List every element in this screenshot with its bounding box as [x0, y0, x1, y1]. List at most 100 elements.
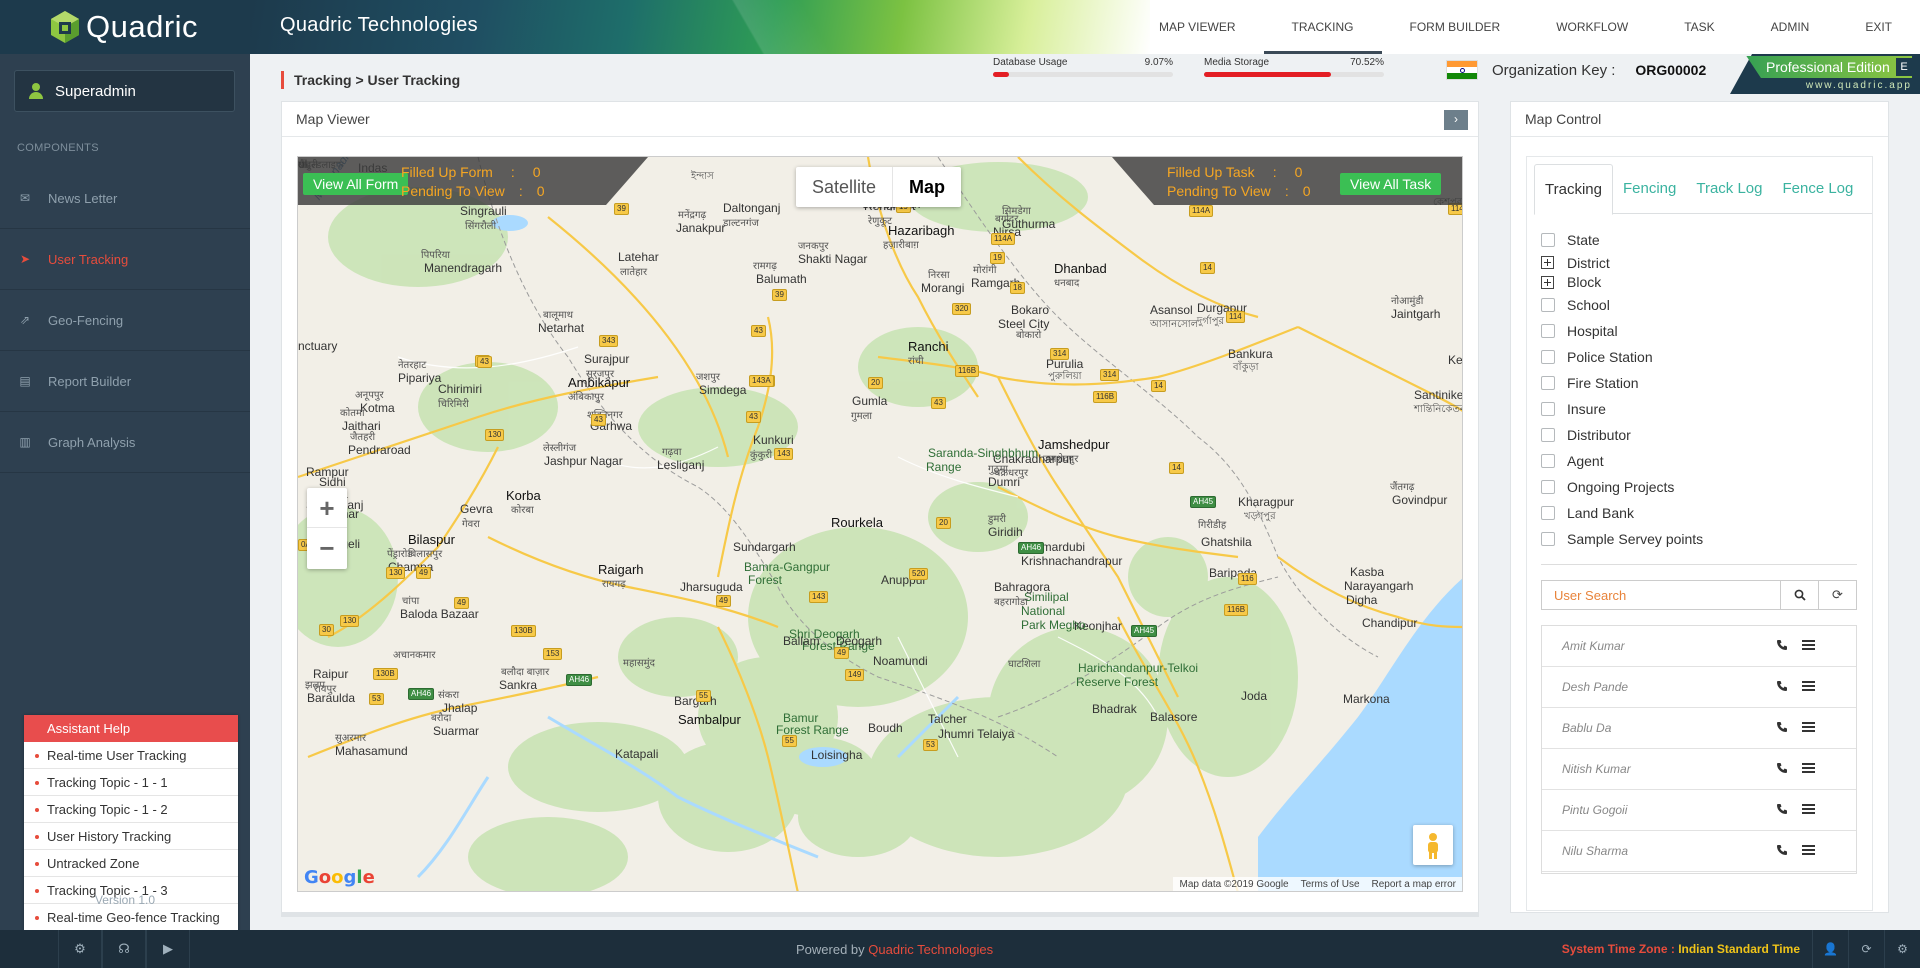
layer-item[interactable]: Fire Station	[1541, 370, 1703, 396]
powered-brand-link[interactable]: Quadric Technologies	[868, 942, 993, 957]
phone-icon[interactable]	[1776, 639, 1788, 651]
details-menu-icon[interactable]	[1802, 804, 1815, 814]
nav-tracking[interactable]: TRACKING	[1263, 0, 1382, 54]
assistant-help-item[interactable]: Real-time User Tracking	[24, 742, 238, 769]
details-menu-icon[interactable]	[1802, 722, 1815, 732]
layer-checkbox[interactable]	[1541, 350, 1555, 364]
phone-icon[interactable]	[1776, 844, 1788, 856]
sidebar-item-report-builder[interactable]: ▤ Report Builder	[0, 351, 250, 412]
current-user-box[interactable]: Superadmin	[14, 70, 235, 112]
map-place-label: Manendragarh	[424, 261, 503, 275]
layer-checkbox[interactable]	[1541, 324, 1555, 338]
details-menu-icon[interactable]	[1802, 763, 1815, 773]
logo[interactable]: Quadric	[0, 0, 250, 54]
layer-checkbox[interactable]	[1541, 376, 1555, 390]
layer-item[interactable]: School	[1541, 292, 1703, 318]
phone-icon[interactable]	[1776, 721, 1788, 733]
nav-task[interactable]: TASK	[1656, 0, 1742, 54]
settings-button[interactable]: ⚙	[58, 930, 102, 968]
layer-checkbox[interactable]	[1541, 506, 1555, 520]
assistant-help-item[interactable]: Untracked Zone	[24, 850, 238, 877]
nav-exit[interactable]: EXIT	[1837, 0, 1920, 54]
nav-admin[interactable]: ADMIN	[1743, 0, 1838, 54]
map-type-satellite-button[interactable]: Satellite	[796, 167, 892, 207]
user-search-input[interactable]	[1541, 580, 1781, 610]
list-item[interactable]: Bablu Da	[1542, 708, 1856, 749]
details-menu-icon[interactable]	[1802, 845, 1815, 855]
details-menu-icon[interactable]	[1802, 640, 1815, 650]
search-button[interactable]	[1781, 580, 1819, 610]
sidebar-item-geo-fencing[interactable]: ⇗ Geo-Fencing	[0, 290, 250, 351]
layer-item[interactable]: Land Bank	[1541, 500, 1703, 526]
view-all-task-button[interactable]: View All Task	[1340, 173, 1442, 195]
list-item[interactable]: Nilu Sharma	[1542, 831, 1856, 872]
map-data-text: Map data ©2019 Google	[1179, 879, 1289, 890]
zoom-in-button[interactable]: +	[307, 488, 347, 528]
nav-map-viewer[interactable]: MAP VIEWER	[1131, 0, 1263, 54]
map-type-map-button[interactable]: Map	[892, 167, 961, 207]
layer-item[interactable]: Ongoing Projects	[1541, 474, 1703, 500]
nav-form-builder[interactable]: FORM BUILDER	[1382, 0, 1529, 54]
list-item[interactable]: Desh Pande	[1542, 667, 1856, 708]
refresh-button[interactable]: ⟳	[1819, 580, 1857, 610]
layer-item[interactable]: Insure	[1541, 396, 1703, 422]
map-place-label: Park Megho	[1021, 618, 1086, 632]
list-item[interactable]: Nitish Kumar	[1542, 749, 1856, 790]
layer-checkbox[interactable]	[1541, 532, 1555, 546]
sidebar-item-user-tracking[interactable]: ➤ User Tracking	[0, 229, 250, 290]
map-canvas[interactable]: Ranchi रांची Hazaribagh हज़ारीबाग़ Dhanbad धन…	[297, 156, 1463, 892]
phone-icon[interactable]	[1776, 803, 1788, 815]
list-item[interactable]: Amit Kumar	[1542, 626, 1856, 667]
layer-item[interactable]: Police Station	[1541, 344, 1703, 370]
sidebar-item-news-letter[interactable]: ✉ News Letter	[0, 168, 250, 229]
map-place-label: बोकारो	[1016, 330, 1042, 341]
layer-checkbox[interactable]	[1541, 480, 1555, 494]
layer-checkbox[interactable]	[1541, 298, 1555, 312]
map-place-label: Forest	[748, 573, 783, 587]
expand-plus-icon[interactable]	[1541, 256, 1554, 270]
road-number-badge: 143	[774, 448, 794, 460]
support-button[interactable]: ☊	[102, 930, 146, 968]
app-footer: ⚙ ☊ ▶ Powered by Quadric Technologies Sy…	[0, 930, 1920, 968]
tab-fencing[interactable]: Fencing	[1613, 164, 1686, 214]
assistant-help-item[interactable]: Tracking Topic - 1 - 2	[24, 796, 238, 823]
phone-icon[interactable]	[1776, 762, 1788, 774]
tab-tracking[interactable]: Tracking	[1534, 164, 1613, 215]
layer-item[interactable]: District	[1541, 253, 1703, 273]
assistant-help-item[interactable]: Tracking Topic - 1 - 1	[24, 769, 238, 796]
layer-checkbox[interactable]	[1541, 454, 1555, 468]
assistant-help-title[interactable]: Assistant Help	[24, 715, 238, 742]
nav-workflow[interactable]: WORKFLOW	[1528, 0, 1656, 54]
layer-item[interactable]: Hospital	[1541, 318, 1703, 344]
street-view-button[interactable]	[1413, 825, 1453, 865]
assistant-help-item[interactable]: Real-time Geo-fence Tracking	[24, 904, 238, 931]
phone-icon[interactable]	[1776, 680, 1788, 692]
profile-button[interactable]: 👤	[1812, 930, 1848, 968]
expand-panel-button[interactable]: ›	[1444, 110, 1468, 130]
layer-item[interactable]: State	[1541, 227, 1703, 253]
reload-button[interactable]: ⟳	[1848, 930, 1884, 968]
layer-checkbox[interactable]	[1541, 402, 1555, 416]
report-map-error-link[interactable]: Report a map error	[1372, 877, 1456, 891]
list-item[interactable]: Pintu Gogoii	[1542, 790, 1856, 831]
details-menu-icon[interactable]	[1802, 681, 1815, 691]
zoom-out-button[interactable]: −	[307, 528, 347, 568]
settings-gear-button[interactable]: ⚙	[1884, 930, 1920, 968]
map-place-label: Baloda Bazaar	[400, 607, 479, 621]
layer-item[interactable]: Sample Servey points	[1541, 526, 1703, 552]
layer-item[interactable]: Block	[1541, 273, 1703, 293]
assistant-help-item[interactable]: User History Tracking	[24, 823, 238, 850]
layer-item[interactable]: Distributor	[1541, 422, 1703, 448]
tab-track-log[interactable]: Track Log	[1686, 164, 1772, 214]
view-all-form-button[interactable]: View All Form	[303, 173, 409, 195]
expand-plus-icon[interactable]	[1541, 275, 1554, 289]
layer-checkbox[interactable]	[1541, 428, 1555, 442]
layer-item[interactable]: Agent	[1541, 448, 1703, 474]
map-place-label: अनूपपुर	[355, 390, 384, 401]
map-place-label: Gumla	[852, 394, 888, 408]
tab-fence-log[interactable]: Fence Log	[1772, 164, 1863, 214]
terms-of-use-link[interactable]: Terms of Use	[1301, 877, 1360, 891]
layer-checkbox[interactable]	[1541, 233, 1555, 247]
sidebar-item-graph-analysis[interactable]: ▥ Graph Analysis	[0, 412, 250, 473]
play-button[interactable]: ▶	[146, 930, 190, 968]
